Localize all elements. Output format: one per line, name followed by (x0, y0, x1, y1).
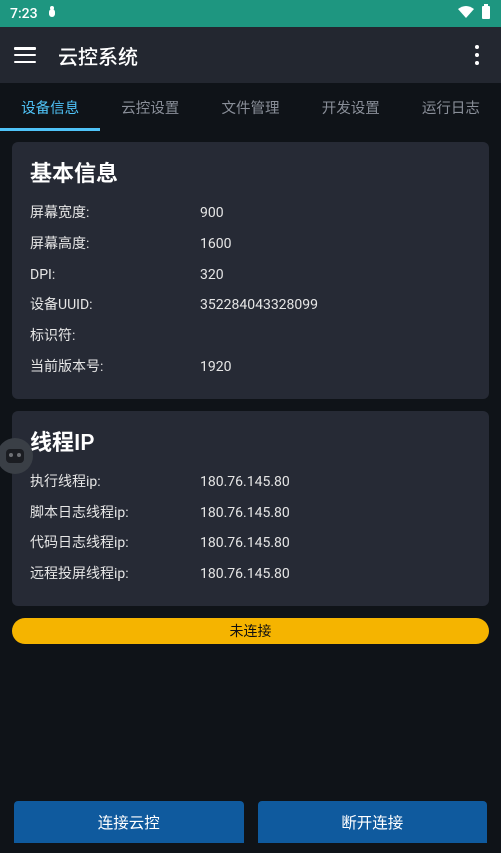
thread-ip-card: 线程IP 执行线程ip: 180.76.145.80 脚本日志线程ip: 180… (12, 411, 489, 606)
status-bar: 7:23 (0, 0, 501, 27)
basic-info-title: 基本信息 (30, 156, 471, 188)
menu-icon[interactable] (14, 47, 36, 63)
value-screen-height: 1600 (200, 236, 471, 253)
app-bar: 云控系统 (0, 27, 501, 83)
thread-ip-title: 线程IP (30, 425, 471, 457)
label-uuid: 设备UUID: (30, 297, 200, 314)
overflow-menu-icon[interactable] (467, 45, 487, 65)
status-time: 7:23 (10, 6, 38, 22)
basic-info-card: 基本信息 屏幕宽度: 900 屏幕高度: 1600 DPI: 320 设备UUI… (12, 142, 489, 399)
battery-icon (481, 4, 491, 24)
content-area: 基本信息 屏幕宽度: 900 屏幕高度: 1600 DPI: 320 设备UUI… (0, 131, 501, 655)
row-screen-width: 屏幕宽度: 900 (30, 198, 471, 229)
debug-icon (46, 5, 58, 23)
row-exec-thread: 执行线程ip: 180.76.145.80 (30, 467, 471, 498)
row-remote-cast-thread: 远程投屏线程ip: 180.76.145.80 (30, 559, 471, 590)
tab-dev-settings[interactable]: 开发设置 (301, 83, 401, 131)
tab-indicator (0, 128, 100, 131)
connect-button[interactable]: 连接云控 (14, 801, 244, 843)
label-screen-width: 屏幕宽度: (30, 205, 200, 222)
value-script-log-thread: 180.76.145.80 (200, 505, 471, 522)
label-script-log-thread: 脚本日志线程ip: (30, 505, 200, 522)
value-version: 1920 (200, 359, 471, 376)
label-dpi: DPI: (30, 267, 200, 284)
label-version: 当前版本号: (30, 359, 200, 376)
bottom-button-bar: 连接云控 断开连接 (0, 801, 501, 853)
row-code-log-thread: 代码日志线程ip: 180.76.145.80 (30, 528, 471, 559)
value-screen-width: 900 (200, 205, 471, 222)
row-dpi: DPI: 320 (30, 260, 471, 291)
connection-status-badge: 未连接 (12, 618, 489, 644)
label-identifier: 标识符: (30, 328, 200, 345)
label-exec-thread: 执行线程ip: (30, 474, 200, 491)
value-identifier (200, 328, 471, 345)
value-code-log-thread: 180.76.145.80 (200, 535, 471, 552)
value-dpi: 320 (200, 267, 471, 284)
row-identifier: 标识符: (30, 321, 471, 352)
wifi-icon (457, 5, 475, 23)
row-uuid: 设备UUID: 352284043328099 (30, 290, 471, 321)
tab-bar: 设备信息 云控设置 文件管理 开发设置 运行日志 (0, 83, 501, 131)
app-title: 云控系统 (58, 41, 445, 70)
row-script-log-thread: 脚本日志线程ip: 180.76.145.80 (30, 498, 471, 529)
label-screen-height: 屏幕高度: (30, 236, 200, 253)
tab-device-info[interactable]: 设备信息 (0, 83, 100, 131)
row-screen-height: 屏幕高度: 1600 (30, 229, 471, 260)
disconnect-button[interactable]: 断开连接 (258, 801, 488, 843)
value-uuid: 352284043328099 (200, 297, 471, 314)
tab-cloud-settings[interactable]: 云控设置 (100, 83, 200, 131)
tab-file-management[interactable]: 文件管理 (200, 83, 300, 131)
value-remote-cast-thread: 180.76.145.80 (200, 566, 471, 583)
label-remote-cast-thread: 远程投屏线程ip: (30, 566, 200, 583)
row-version: 当前版本号: 1920 (30, 352, 471, 383)
value-exec-thread: 180.76.145.80 (200, 474, 471, 491)
label-code-log-thread: 代码日志线程ip: (30, 535, 200, 552)
tab-run-log[interactable]: 运行日志 (401, 83, 501, 131)
